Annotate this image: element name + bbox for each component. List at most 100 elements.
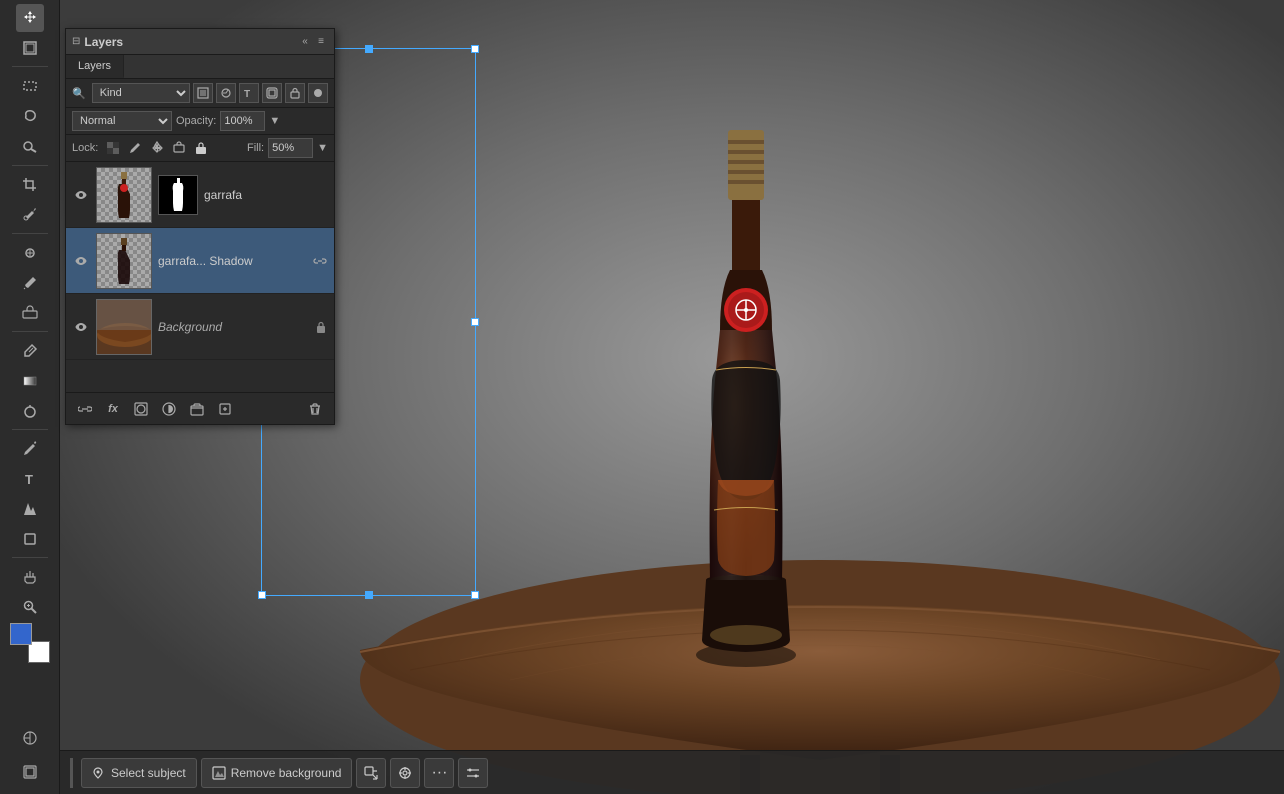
new-layer-btn[interactable] [214, 398, 236, 420]
thumb-shadow [96, 233, 152, 289]
brush-tool[interactable] [16, 269, 44, 297]
svg-text:T: T [244, 89, 250, 99]
lock-pixel-btn[interactable] [104, 139, 122, 157]
visibility-garrafa[interactable] [72, 186, 90, 204]
linked-icon-shadow[interactable] [312, 253, 328, 269]
divider-5 [12, 429, 48, 430]
lock-artboard-btn[interactable] [170, 139, 188, 157]
link-layers-btn[interactable] [74, 398, 96, 420]
toolbar-line [70, 758, 73, 788]
panel-footer: fx [66, 392, 334, 424]
pen-tool[interactable] [16, 435, 44, 463]
filter-lock-btn[interactable] [285, 83, 305, 103]
lasso-tool[interactable] [16, 102, 44, 130]
hand-tool[interactable] [16, 563, 44, 591]
eraser-tool[interactable] [16, 337, 44, 365]
layers-panel: ⊟ Layers « ≡ Layers 🔍 Kind T [65, 28, 335, 425]
visibility-shadow[interactable] [72, 252, 90, 270]
layer-item-garrafa[interactable]: garrafa [66, 162, 334, 228]
opacity-arrow[interactable]: ▼ [269, 115, 280, 127]
bottom-toolbar: Select subject Remove background ··· [60, 750, 1284, 794]
color-swatches[interactable] [10, 623, 50, 663]
panel-tab-icon: ⊟ [72, 36, 80, 47]
more-btn[interactable]: ··· [424, 758, 454, 788]
opacity-row: Opacity: ▼ [176, 111, 328, 131]
svg-text:T: T [25, 472, 33, 487]
fg-color-swatch[interactable] [10, 623, 32, 645]
settings-btn[interactable] [458, 758, 488, 788]
thumb-background [96, 299, 152, 355]
visibility-background[interactable] [72, 318, 90, 336]
clone-stamp-tool[interactable] [16, 299, 44, 327]
panel-collapse-btn[interactable]: « [298, 35, 312, 49]
filter-smart-btn[interactable] [262, 83, 282, 103]
lock-all-btn[interactable] [192, 139, 210, 157]
panel-menu-btn[interactable]: ≡ [314, 35, 328, 49]
layer-name-garrafa: garrafa [204, 188, 328, 202]
panel-titlebar: ⊟ Layers « ≡ [66, 29, 334, 55]
thumb-garrafa [96, 167, 152, 223]
filter-pixel-btn[interactable] [193, 83, 213, 103]
lock-brush-btn[interactable] [126, 139, 144, 157]
fill-input[interactable] [268, 138, 313, 158]
lock-label: Lock: [72, 142, 98, 154]
select-subject-btn[interactable]: Select subject [81, 758, 197, 788]
lock-fill-row: Lock: Fill: ▼ [66, 135, 334, 162]
opacity-label: Opacity: [176, 115, 216, 127]
tab-layers[interactable]: Layers [66, 55, 124, 78]
select-subject-icon [92, 766, 106, 780]
fill-label: Fill: [247, 142, 264, 154]
zoom-tool[interactable] [16, 593, 44, 621]
layer-effects-btn[interactable]: fx [102, 398, 124, 420]
layer-name-background: Background [158, 320, 308, 334]
quick-mask-tool[interactable] [16, 725, 44, 753]
blend-opacity-row: Normal Dissolve Multiply Screen Overlay … [66, 108, 334, 135]
dodge-tool[interactable] [16, 397, 44, 425]
delete-layer-btn[interactable] [304, 398, 326, 420]
fill-arrow[interactable]: ▼ [317, 142, 328, 154]
crop-tool[interactable] [16, 171, 44, 199]
quick-select-tool[interactable] [16, 132, 44, 160]
mask-thumb-garrafa [158, 175, 198, 215]
layer-item-background[interactable]: Background [66, 294, 334, 360]
filter-fill-btn[interactable] [308, 83, 328, 103]
remove-bg-label: Remove background [231, 766, 342, 780]
divider-6 [12, 557, 48, 558]
add-mask-btn[interactable] [130, 398, 152, 420]
layer-name-shadow: garrafa... Shadow [158, 254, 306, 268]
screen-mode[interactable] [16, 758, 44, 786]
filter-adjust-btn[interactable] [216, 83, 236, 103]
eyedropper-tool[interactable] [16, 200, 44, 228]
filter-type-btn[interactable]: T [239, 83, 259, 103]
blend-mode-select[interactable]: Normal Dissolve Multiply Screen Overlay [72, 111, 172, 131]
divider-4 [12, 331, 48, 332]
filter-row: 🔍 Kind T [66, 79, 334, 108]
divider-3 [12, 233, 48, 234]
new-group-btn[interactable] [186, 398, 208, 420]
layer-item-shadow[interactable]: garrafa... Shadow [66, 228, 334, 294]
target-icon-btn[interactable] [390, 758, 420, 788]
remove-bg-icon [212, 766, 226, 780]
divider-2 [12, 165, 48, 166]
path-select-tool[interactable] [16, 495, 44, 523]
remove-bg-btn[interactable]: Remove background [201, 758, 353, 788]
heal-tool[interactable] [16, 239, 44, 267]
lock-icon-background [314, 320, 328, 334]
select-subject-label: Select subject [111, 766, 186, 780]
divider-1 [12, 66, 48, 67]
artboard-tool[interactable] [16, 34, 44, 62]
adjustment-layer-btn[interactable] [158, 398, 180, 420]
fill-row: Fill: ▼ [247, 138, 328, 158]
panel-title: Layers [84, 35, 294, 49]
opacity-input[interactable] [220, 111, 265, 131]
lock-position-btn[interactable] [148, 139, 166, 157]
filter-type-select[interactable]: Kind [92, 83, 190, 103]
gradient-tool[interactable] [16, 367, 44, 395]
shape-tool[interactable] [16, 525, 44, 553]
type-tool[interactable]: T [16, 465, 44, 493]
move-tool[interactable] [16, 4, 44, 32]
layer-list: garrafa garrafa... Shadow [66, 162, 334, 392]
marquee-tool[interactable] [16, 72, 44, 100]
left-toolbar: T [0, 0, 60, 794]
resize-icon-btn[interactable] [356, 758, 386, 788]
